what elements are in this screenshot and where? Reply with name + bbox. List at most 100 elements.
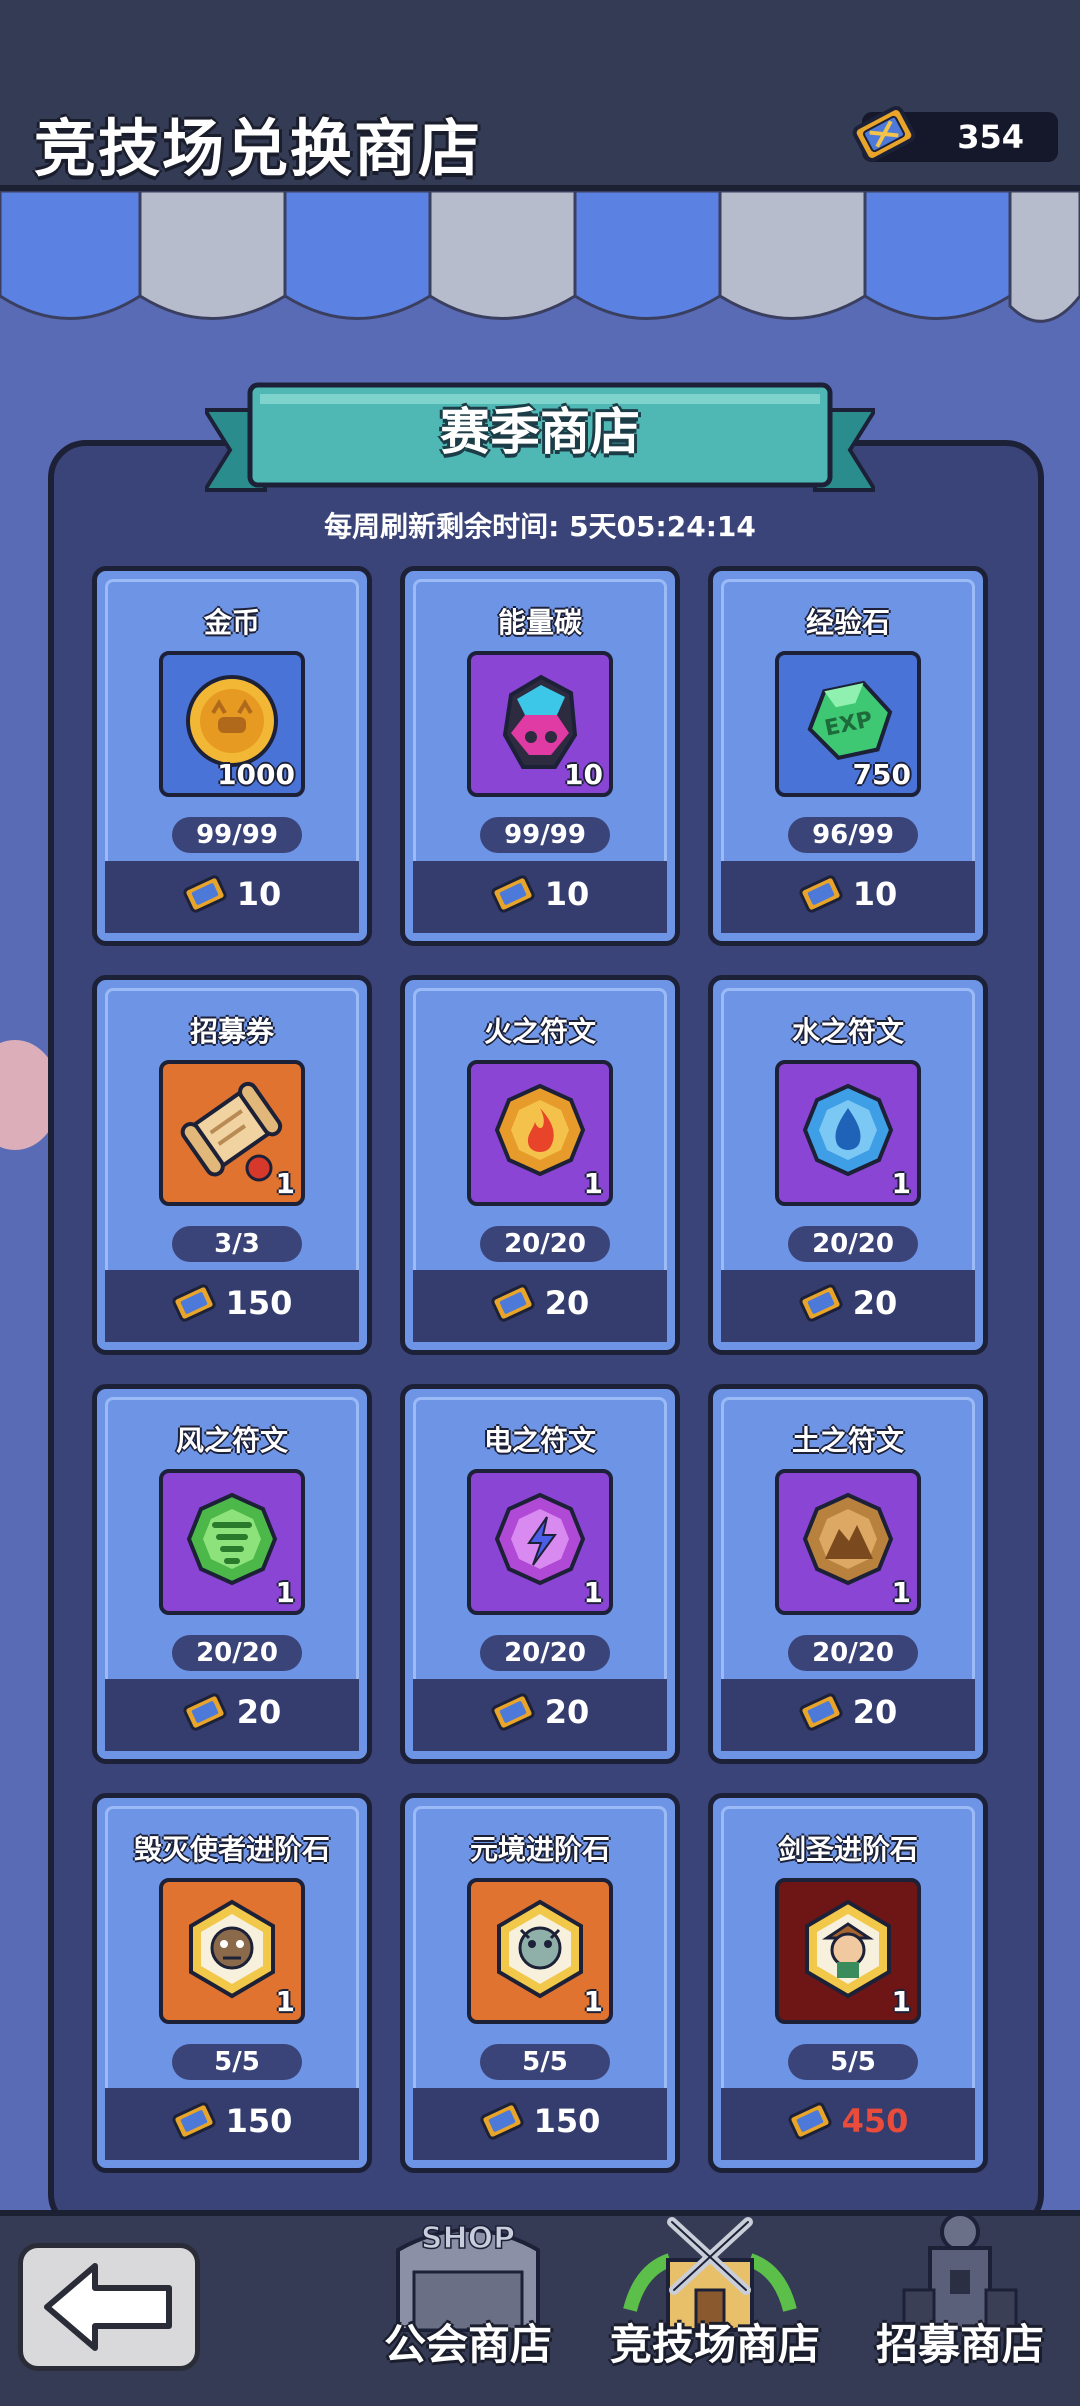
shop-item-card[interactable]: 电之符文 1 20/20 20 bbox=[400, 1384, 680, 1764]
item-quantity: 1 bbox=[583, 1167, 603, 1200]
item-price: 20 bbox=[236, 1693, 282, 1731]
shop-item-card[interactable]: 金币 1000 99/99 10 bbox=[92, 566, 372, 946]
item-quantity: 1 bbox=[275, 1167, 295, 1200]
item-price: 150 bbox=[225, 2102, 293, 2140]
item-price: 450 bbox=[841, 2102, 909, 2140]
item-icon-box: 1 bbox=[159, 1060, 305, 1206]
nav-arena-shop[interactable]: 竞技场商店 bbox=[610, 2190, 820, 2390]
item-name: 电之符文 bbox=[483, 1424, 596, 1457]
arena-ticket-icon bbox=[799, 1284, 843, 1322]
price-button[interactable]: 10 bbox=[721, 861, 975, 933]
item-icon-box: 1 bbox=[159, 1469, 305, 1615]
back-button[interactable] bbox=[18, 2243, 200, 2371]
item-quantity: 10 bbox=[564, 758, 603, 791]
price-button[interactable]: 150 bbox=[105, 1270, 359, 1342]
refresh-label: 每周刷新剩余时间: bbox=[324, 510, 560, 543]
arena-ticket-icon bbox=[480, 2102, 524, 2140]
item-stock: 5/5 bbox=[172, 2044, 302, 2080]
nav-guild-shop-label: 公会商店 bbox=[383, 2320, 552, 2369]
shop-item-card[interactable]: 土之符文 1 20/20 20 bbox=[708, 1384, 988, 1764]
arena-ticket-icon bbox=[491, 1284, 535, 1322]
item-stock: 5/5 bbox=[480, 2044, 610, 2080]
shop-item-card[interactable]: 火之符文 1 20/20 20 bbox=[400, 975, 680, 1355]
price-button[interactable]: 20 bbox=[413, 1679, 667, 1751]
item-quantity: 1 bbox=[583, 1576, 603, 1609]
arena-ticket-icon bbox=[788, 2102, 832, 2140]
item-quantity: 750 bbox=[852, 758, 911, 791]
item-stock: 99/99 bbox=[480, 817, 610, 853]
arena-ticket-icon bbox=[172, 2102, 216, 2140]
arena-ticket-icon bbox=[799, 875, 843, 913]
shop-item-card[interactable]: 元境进阶石 1 5/5 150 bbox=[400, 1793, 680, 2173]
price-button[interactable]: 20 bbox=[721, 1270, 975, 1342]
arena-ticket-icon bbox=[172, 1284, 216, 1322]
shop-item-card[interactable]: 水之符文 1 20/20 20 bbox=[708, 975, 988, 1355]
item-icon-box: 1 bbox=[467, 1060, 613, 1206]
item-icon-box: EXP 750 bbox=[775, 651, 921, 797]
item-stock: 5/5 bbox=[788, 2044, 918, 2080]
item-quantity: 1 bbox=[275, 1576, 295, 1609]
shop-item-card[interactable]: 风之符文 1 20/20 20 bbox=[92, 1384, 372, 1764]
item-icon-box: 1 bbox=[467, 1469, 613, 1615]
item-icon-box: 10 bbox=[467, 651, 613, 797]
item-stock: 20/20 bbox=[788, 1635, 918, 1671]
item-name: 火之符文 bbox=[483, 1015, 596, 1048]
item-stock: 99/99 bbox=[172, 817, 302, 853]
item-name: 能量碳 bbox=[497, 606, 582, 639]
price-button[interactable]: 150 bbox=[413, 2088, 667, 2160]
nav-recruit-shop-label: 招募商店 bbox=[875, 2320, 1044, 2369]
shop-item-card[interactable]: 招募券 1 3/3 150 bbox=[92, 975, 372, 1355]
price-button[interactable]: 20 bbox=[413, 1270, 667, 1342]
price-button[interactable]: 150 bbox=[105, 2088, 359, 2160]
item-stock: 3/3 bbox=[172, 1226, 302, 1262]
refresh-time: 5天05:24:14 bbox=[569, 510, 756, 543]
price-button[interactable]: 20 bbox=[105, 1679, 359, 1751]
item-name: 水之符文 bbox=[791, 1015, 904, 1048]
arena-ticket-icon bbox=[183, 1693, 227, 1731]
item-icon-box: 1000 bbox=[159, 651, 305, 797]
item-quantity: 1000 bbox=[217, 758, 295, 791]
item-stock: 20/20 bbox=[172, 1635, 302, 1671]
price-button[interactable]: 20 bbox=[721, 1679, 975, 1751]
price-button[interactable]: 10 bbox=[413, 861, 667, 933]
shop-item-card[interactable]: 能量碳 10 99/99 10 bbox=[400, 566, 680, 946]
item-price: 150 bbox=[225, 1284, 293, 1322]
season-shop-title: 赛季商店 bbox=[440, 403, 640, 461]
item-quantity: 1 bbox=[891, 1167, 911, 1200]
arena-ticket-icon bbox=[491, 875, 535, 913]
shop-item-card[interactable]: 经验石 EXP 750 96/99 10 bbox=[708, 566, 988, 946]
item-price: 150 bbox=[533, 2102, 601, 2140]
item-price: 20 bbox=[544, 1693, 590, 1731]
price-button[interactable]: 450 bbox=[721, 2088, 975, 2160]
item-price: 20 bbox=[544, 1284, 590, 1322]
shop-awning bbox=[0, 191, 1080, 323]
item-name: 剑圣进阶石 bbox=[777, 1833, 918, 1866]
item-name: 土之符文 bbox=[791, 1424, 904, 1457]
weekly-refresh-timer: 每周刷新剩余时间: 5天05:24:14 bbox=[0, 505, 1080, 545]
item-quantity: 1 bbox=[275, 1985, 295, 2018]
shop-item-card[interactable]: 剑圣进阶石 1 5/5 450 bbox=[708, 1793, 988, 2173]
price-button[interactable]: 10 bbox=[105, 861, 359, 933]
arena-ticket-icon bbox=[852, 106, 916, 162]
item-icon-box: 1 bbox=[775, 1469, 921, 1615]
shop-item-card[interactable]: 毁灭使者进阶石 1 5/5 150 bbox=[92, 1793, 372, 2173]
item-name: 经验石 bbox=[805, 606, 890, 639]
currency-amount: 354 bbox=[957, 118, 1024, 156]
item-icon-box: 1 bbox=[159, 1878, 305, 2024]
item-stock: 96/99 bbox=[788, 817, 918, 853]
item-quantity: 1 bbox=[891, 1985, 911, 2018]
item-quantity: 1 bbox=[891, 1576, 911, 1609]
item-name: 招募券 bbox=[189, 1015, 274, 1048]
nav-guild-shop[interactable]: SHOP 公会商店 bbox=[368, 2190, 568, 2390]
shop-badge-text: SHOP bbox=[421, 2221, 515, 2256]
item-price: 20 bbox=[852, 1284, 898, 1322]
item-icon-box: 1 bbox=[775, 1060, 921, 1206]
arena-ticket-icon bbox=[799, 1693, 843, 1731]
item-stock: 20/20 bbox=[788, 1226, 918, 1262]
currency-display: 354 bbox=[852, 106, 1058, 162]
item-price: 20 bbox=[852, 1693, 898, 1731]
header-bar: 竞技场兑换商店 354 bbox=[0, 0, 1080, 191]
item-name: 金币 bbox=[203, 606, 260, 639]
item-stock: 20/20 bbox=[480, 1635, 610, 1671]
nav-recruit-shop[interactable]: 招募商店 bbox=[860, 2190, 1060, 2390]
